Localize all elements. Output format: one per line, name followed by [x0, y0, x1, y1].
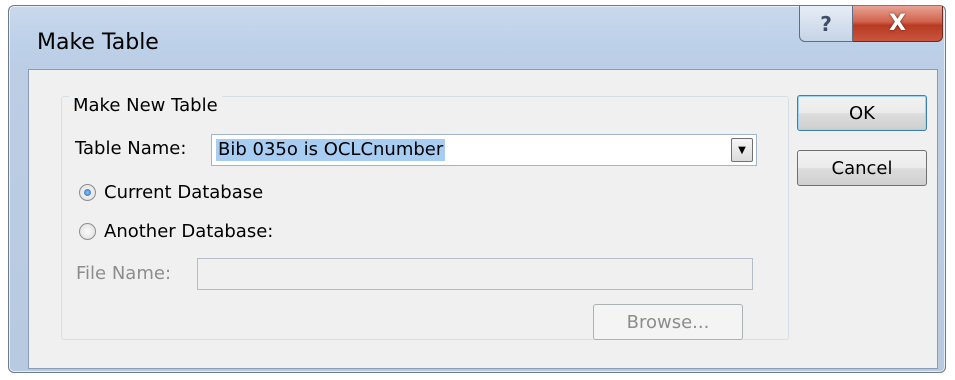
cancel-button[interactable]: Cancel: [797, 150, 927, 186]
help-icon: ?: [820, 11, 832, 36]
caption-buttons: ? X: [799, 6, 943, 44]
dialog-body: Make New Table Table Name: Bib 035o is O…: [28, 69, 938, 369]
group-label: Make New Table: [69, 95, 222, 116]
file-name-label: File Name:: [76, 263, 172, 284]
file-name-input[interactable]: [197, 258, 753, 290]
close-icon: X: [889, 11, 906, 36]
another-database-option[interactable]: Another Database:: [79, 221, 273, 242]
make-table-dialog: Make Table ? X Make New Table Table Name…: [8, 5, 946, 373]
table-name-combobox[interactable]: Bib 035o is OCLCnumber ▼: [211, 134, 757, 166]
current-database-radio[interactable]: [79, 184, 96, 201]
table-name-value[interactable]: Bib 035o is OCLCnumber: [216, 139, 446, 161]
help-button[interactable]: ?: [799, 6, 853, 42]
table-name-label: Table Name:: [75, 138, 187, 159]
browse-button[interactable]: Browse...: [593, 304, 743, 340]
dialog-title: Make Table: [37, 30, 159, 55]
dropdown-button[interactable]: ▼: [731, 138, 753, 162]
current-database-label: Current Database: [104, 182, 264, 203]
another-database-radio[interactable]: [79, 223, 96, 240]
another-database-label: Another Database:: [104, 221, 274, 242]
ok-button[interactable]: OK: [797, 95, 927, 131]
close-button[interactable]: X: [853, 6, 943, 42]
current-database-option[interactable]: Current Database: [79, 182, 263, 203]
chevron-down-icon: ▼: [738, 144, 746, 156]
